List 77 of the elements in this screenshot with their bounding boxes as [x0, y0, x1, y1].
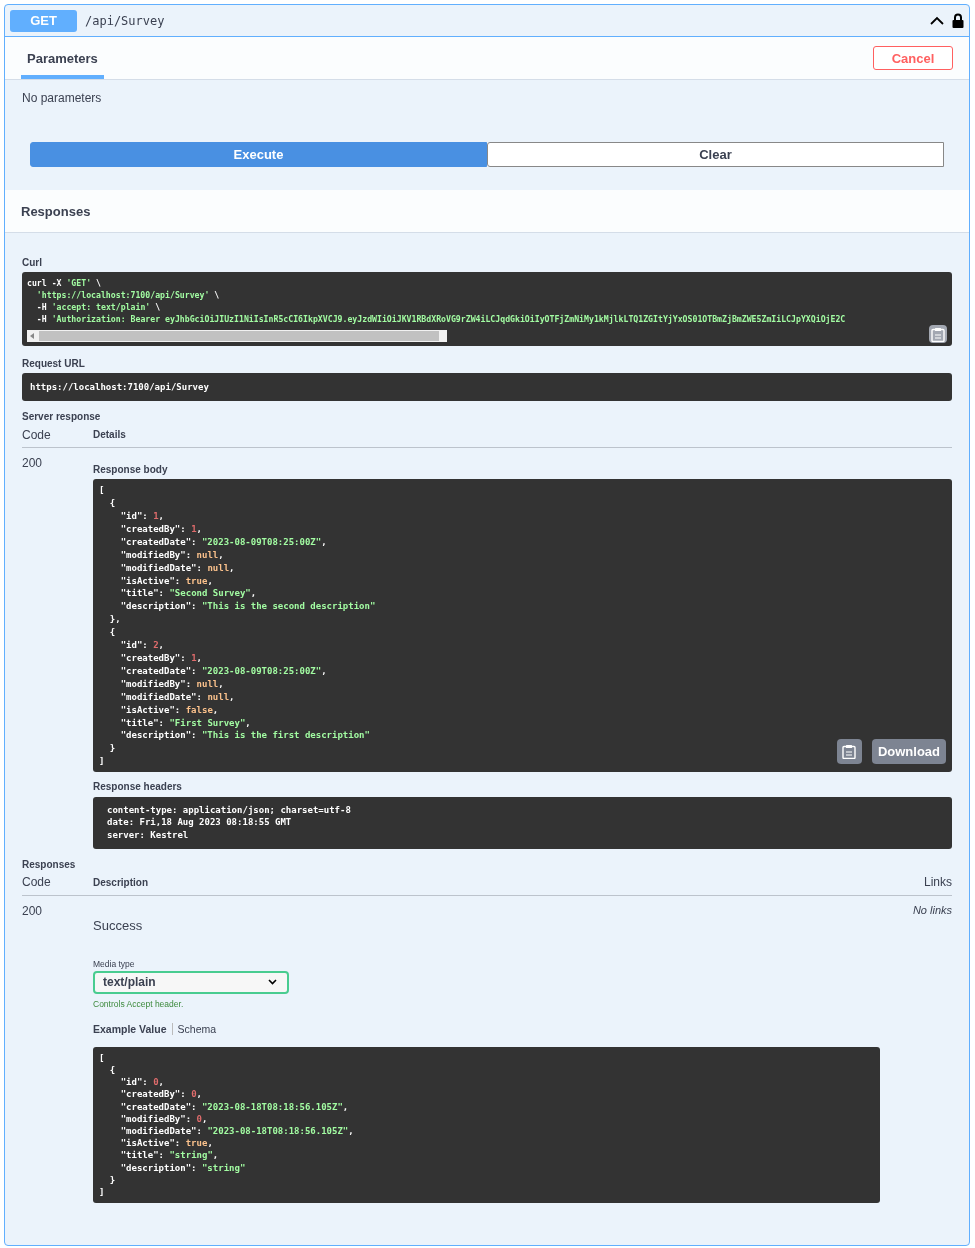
download-button[interactable]: Download — [871, 739, 946, 765]
request-url-block: https://localhost:7100/api/Survey — [22, 373, 952, 402]
code-line: { — [108, 626, 116, 640]
code-line: } — [108, 1173, 116, 1186]
code-line: "modifiedDate": null, — [119, 690, 235, 704]
column-header: Links — [924, 875, 952, 890]
column-header: Details — [93, 429, 126, 441]
section-label: Server response — [22, 411, 102, 423]
code-line: [ — [99, 484, 105, 498]
code-line: "id": 0, — [119, 1076, 165, 1089]
code-line: "title": "Second Survey", — [119, 587, 257, 601]
code-line: "createdDate": "2023-08-18T08:18:56.105Z", — [119, 1100, 349, 1113]
code-line: "description": "This is the first description" — [119, 729, 370, 743]
code-line: "modifiedDate": null, — [119, 561, 235, 575]
parameters-tab[interactable]: Parameters — [21, 37, 104, 79]
section-label: Request URL — [22, 358, 86, 369]
section-title: Responses — [21, 203, 91, 219]
code-line: "modifiedDate": "2023-08-18T08:18:56.105Z", — [119, 1124, 354, 1138]
code-line: "modifiedBy": null, — [119, 548, 224, 562]
code-line: "description": "string" — [119, 1161, 246, 1174]
response-description: Success — [93, 917, 143, 933]
code-line: curl -X 'GET' \ — [27, 277, 101, 289]
code-line: }, — [108, 613, 121, 627]
code-line: "modifiedBy": null, — [119, 677, 224, 691]
code-line: "id": 1, — [119, 510, 165, 523]
chevron-down-icon — [268, 979, 277, 986]
section-label: Curl — [22, 257, 43, 268]
column-header: Description — [93, 876, 148, 888]
code-line: "modifiedBy": 0, — [119, 1112, 208, 1125]
code-line: server: Kestrel — [107, 828, 189, 841]
code-line: "createdBy": 0, — [119, 1088, 202, 1101]
code-line: { — [108, 1063, 116, 1077]
code-line: ] — [99, 1186, 105, 1199]
response-code: 200 — [22, 903, 44, 918]
code-line: content-type: application/json; charset=utf-8 — [107, 804, 351, 817]
media-type-select[interactable]: text/plain — [93, 970, 289, 994]
code-line: "id": 2, — [119, 639, 165, 652]
copy-icon — [842, 744, 857, 760]
code-line: ] — [99, 755, 105, 769]
media-type-label: Media type — [93, 958, 136, 969]
code-line: "createdDate": "2023-08-09T08:25:00Z", — [119, 535, 327, 549]
code-line: "createdBy": 1, — [119, 652, 202, 665]
example-tab[interactable]: Schema — [172, 1022, 222, 1035]
section-label: Response headers — [93, 781, 183, 793]
code-line: "createdBy": 1, — [119, 522, 202, 536]
column-header: Code — [22, 875, 52, 890]
clear-button[interactable]: Clear — [487, 142, 944, 167]
code-line: "title": "First Survey", — [119, 716, 251, 730]
chevron-up-icon[interactable] — [930, 16, 944, 25]
section-label: Responses — [22, 858, 77, 870]
code-line: 'https://localhost:7100/api/Survey' \ — [35, 289, 220, 301]
code-line: -H 'accept: text/plain' \ — [35, 301, 161, 313]
copy-button[interactable] — [836, 739, 862, 765]
column-header: Code — [22, 427, 52, 442]
response-code: 200 — [22, 456, 44, 471]
endpoint-path: /api/Survey — [85, 13, 166, 28]
code-line: "title": "string", — [119, 1149, 219, 1162]
lock-icon[interactable] — [952, 13, 964, 28]
code-line: } — [108, 742, 116, 756]
code-line: "description": "This is the second description" — [119, 600, 376, 614]
code-line: [ — [99, 1051, 105, 1064]
copy-icon — [931, 326, 945, 342]
copy-button[interactable] — [929, 325, 947, 343]
code-line: "isActive": true, — [119, 574, 213, 588]
section-label: Response body — [93, 464, 169, 476]
code-line: "isActive": true, — [119, 1137, 213, 1150]
no-parameters-text: No parameters — [22, 91, 103, 105]
method-badge: GET — [10, 9, 77, 32]
code-line: { — [108, 497, 116, 510]
code-line: "createdDate": "2023-08-09T08:25:00Z", — [119, 664, 327, 678]
code-line: -H 'Authorization: Bearer eyJhbGciOiJIUzI1NiIsInR5cCI6IkpXVCJ9.eyJzdWIiOiJKV1RBdXRoVG9rZW4iLCJqdGkiOiIyOTFjZmNiMy1kMjlkLTQ1ZGItYjYxOS01OTBmZjBmZWE5ZmIiLCJpYXQiOjE2C — [35, 313, 846, 325]
code-line: date: Fri,18 Aug 2023 08:18:55 GMT — [107, 816, 292, 829]
example-tab[interactable]: Example Value — [93, 1022, 173, 1035]
media-type-hint: Controls Accept header. — [93, 998, 185, 1009]
scrollbar-drawing[interactable] — [27, 330, 447, 342]
code-line: "isActive": false, — [119, 703, 219, 717]
no-links-text: No links — [912, 903, 952, 916]
